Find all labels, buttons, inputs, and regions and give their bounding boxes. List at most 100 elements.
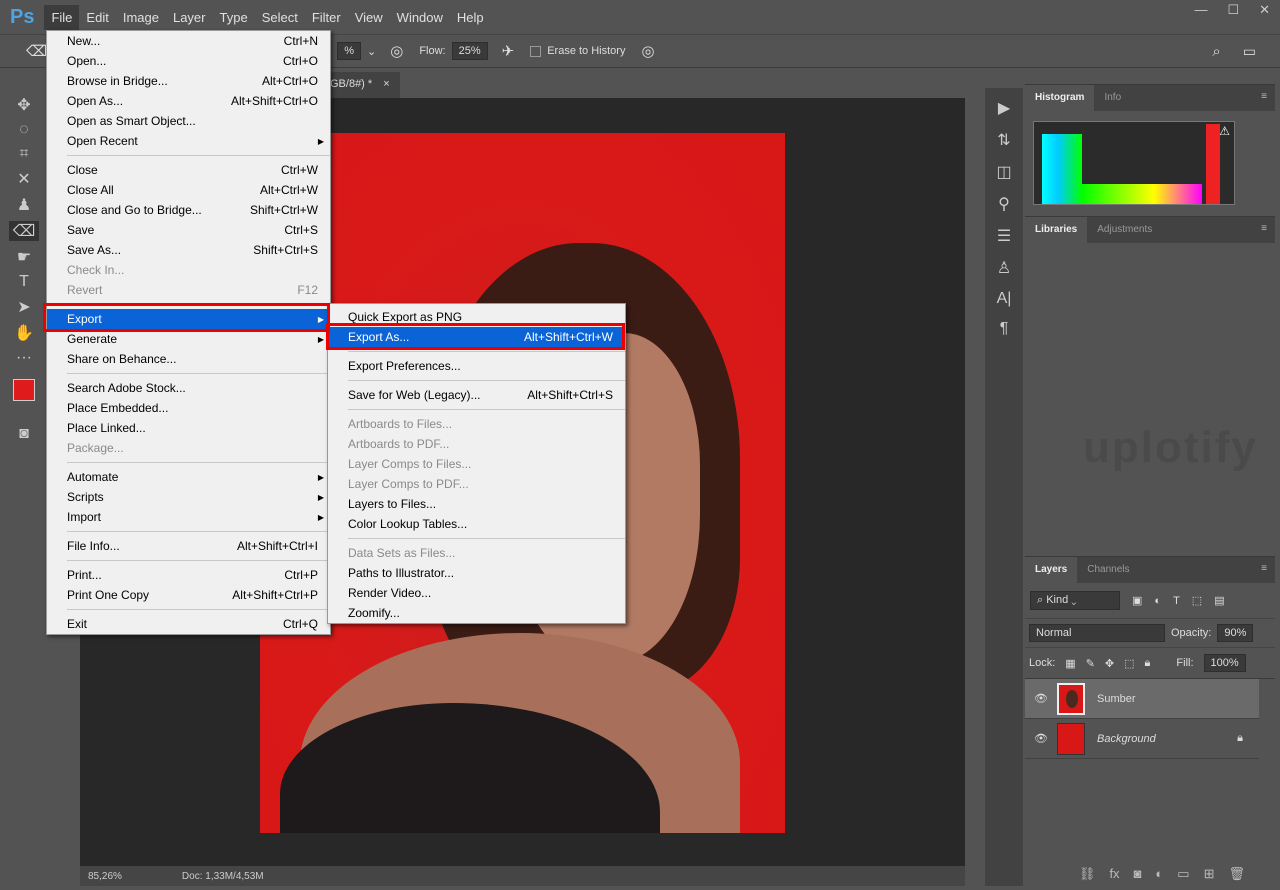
menu-item-check-in[interactable]: Check In... <box>47 260 330 280</box>
brush-icon[interactable]: ⚲ <box>998 194 1010 214</box>
pressure-opacity-icon[interactable]: ◎ <box>390 42 403 60</box>
menu-item-exit[interactable]: Exit Ctrl+Q <box>47 614 330 634</box>
doc-size[interactable]: Doc: 1,33M/4,53M <box>182 871 264 882</box>
filter-shape-icon[interactable]: ⬚ <box>1192 594 1202 607</box>
smudge-tool-icon[interactable]: ☛ <box>17 247 31 267</box>
menu-item-save-as[interactable]: Save As... Shift+Ctrl+S <box>47 240 330 260</box>
pressure-size-icon[interactable]: ◎ <box>641 42 654 60</box>
filter-kind-select[interactable]: ⌕ Kind ⌄ <box>1030 591 1120 610</box>
menu-item-browse-in-bridge[interactable]: Browse in Bridge... Alt+Ctrl+O <box>47 71 330 91</box>
menu-item-new[interactable]: New... Ctrl+N <box>47 31 330 51</box>
tab-info[interactable]: Info <box>1094 85 1131 111</box>
filter-pixel-icon[interactable]: ▣ <box>1132 594 1142 607</box>
layer-row-background[interactable]: 👁︎ Background 🔒︎ <box>1025 719 1259 759</box>
play-icon[interactable]: ▶ <box>998 98 1010 118</box>
layer-name[interactable]: Sumber <box>1097 693 1136 705</box>
panel-menu-icon[interactable]: ≡ <box>1253 557 1275 583</box>
blend-mode-select[interactable]: Normal <box>1029 624 1165 642</box>
clone-source-icon[interactable]: ♙ <box>997 258 1011 278</box>
move-tool-icon[interactable]: ✥ <box>17 95 30 115</box>
flow-field[interactable]: 25% <box>451 42 488 60</box>
opacity-field[interactable]: % <box>337 42 361 60</box>
menu-item-artboards-to-files[interactable]: Artboards to Files... <box>328 414 625 434</box>
filter-smart-icon[interactable]: ▤ <box>1214 594 1224 607</box>
menu-item-data-sets-as-files[interactable]: Data Sets as Files... <box>328 543 625 563</box>
folder-icon[interactable]: ▭ <box>1177 866 1189 882</box>
menu-item-open-as-smart-object[interactable]: Open as Smart Object... <box>47 111 330 131</box>
more-tools-icon[interactable]: ··· <box>16 349 32 367</box>
menu-image[interactable]: Image <box>116 5 166 30</box>
brush-settings-icon[interactable]: ☰ <box>997 226 1011 246</box>
visibility-eye-icon[interactable]: 👁︎ <box>1025 732 1057 745</box>
lock-pixels-icon[interactable]: ✎ <box>1086 657 1095 670</box>
menu-item-artboards-to-pdf[interactable]: Artboards to PDF... <box>328 434 625 454</box>
menu-item-print-one-copy[interactable]: Print One Copy Alt+Shift+Ctrl+P <box>47 585 330 605</box>
new-layer-icon[interactable]: ⊞ <box>1204 866 1215 882</box>
chevron-down-icon[interactable]: ⌄ <box>367 45 376 58</box>
menu-item-zoomify[interactable]: Zoomify... <box>328 603 625 623</box>
menu-item-file-info[interactable]: File Info... Alt+Shift+Ctrl+I <box>47 536 330 556</box>
airbrush-icon[interactable]: ✈ <box>502 42 515 60</box>
eraser-tool-icon[interactable]: ⌫ <box>8 221 40 241</box>
menu-item-close[interactable]: Close Ctrl+W <box>47 160 330 180</box>
menu-window[interactable]: Window <box>390 5 450 30</box>
path-selection-icon[interactable]: ➤ <box>17 297 30 317</box>
workspace-icon[interactable]: ▭ <box>1243 43 1256 60</box>
mask-icon[interactable]: ◙ <box>1134 866 1142 882</box>
stamp-tool-icon[interactable]: ♟ <box>17 195 31 215</box>
fx-icon[interactable]: fx <box>1109 866 1119 882</box>
hand-tool-icon[interactable]: ✋ <box>14 323 34 343</box>
link-icon[interactable]: ⛓ <box>1079 866 1096 882</box>
tab-close-icon[interactable]: × <box>383 78 389 90</box>
visibility-eye-icon[interactable]: 👁︎ <box>1025 692 1057 705</box>
menu-item-close-and-go-to-bridge[interactable]: Close and Go to Bridge... Shift+Ctrl+W <box>47 200 330 220</box>
erase-history-checkbox[interactable] <box>530 45 542 57</box>
menu-item-layers-to-files[interactable]: Layers to Files... <box>328 494 625 514</box>
menu-item-quick-export-as-png[interactable]: Quick Export as PNG <box>328 307 625 327</box>
filter-type-icon[interactable]: T <box>1173 595 1180 607</box>
menu-item-close-all[interactable]: Close All Alt+Ctrl+W <box>47 180 330 200</box>
panel-menu-icon[interactable]: ≡ <box>1253 85 1275 111</box>
foreground-color-swatch[interactable] <box>13 379 35 401</box>
warning-icon[interactable]: ⚠ <box>1219 124 1230 138</box>
menu-type[interactable]: Type <box>213 5 255 30</box>
3d-icon[interactable]: ◫ <box>996 162 1011 182</box>
maximize-button[interactable]: ☐ <box>1227 2 1239 18</box>
adjustment-icon[interactable]: ◐ <box>1155 866 1163 882</box>
menu-item-scripts[interactable]: Scripts ▶ <box>47 487 330 507</box>
character-icon[interactable]: A| <box>997 290 1012 308</box>
menu-item-generate[interactable]: Generate ▶ <box>47 329 330 349</box>
menu-item-paths-to-illustrator[interactable]: Paths to Illustrator... <box>328 563 625 583</box>
lock-transparency-icon[interactable]: ▦ <box>1065 657 1075 670</box>
menu-file[interactable]: File <box>44 4 80 30</box>
paragraph-icon[interactable]: ¶ <box>1000 320 1009 338</box>
menu-item-export-as[interactable]: Export As... Alt+Shift+Ctrl+W <box>328 327 625 347</box>
type-tool-icon[interactable]: T <box>19 273 29 291</box>
healing-tool-icon[interactable]: ✕ <box>17 169 30 189</box>
lasso-tool-icon[interactable]: ◌ <box>19 121 29 139</box>
menu-item-open-as[interactable]: Open As... Alt+Shift+Ctrl+O <box>47 91 330 111</box>
zoom-level[interactable]: 85,26% <box>88 871 122 882</box>
menu-item-render-video[interactable]: Render Video... <box>328 583 625 603</box>
layer-name[interactable]: Background <box>1097 733 1156 745</box>
tab-histogram[interactable]: Histogram <box>1025 85 1095 111</box>
panel-menu-icon[interactable]: ≡ <box>1253 217 1275 243</box>
trash-icon[interactable]: 🗑︎ <box>1228 866 1245 882</box>
opacity-input[interactable]: 90% <box>1217 624 1254 642</box>
menu-item-save-for-web-legacy[interactable]: Save for Web (Legacy)... Alt+Shift+Ctrl+S <box>328 385 625 405</box>
lock-artboard-icon[interactable]: ⬚ <box>1124 657 1134 670</box>
lock-position-icon[interactable]: ✥ <box>1105 657 1114 670</box>
tab-layers[interactable]: Layers <box>1025 557 1078 583</box>
menu-item-save[interactable]: Save Ctrl+S <box>47 220 330 240</box>
menu-item-search-adobe-stock[interactable]: Search Adobe Stock... <box>47 378 330 398</box>
minimize-button[interactable]: — <box>1194 2 1207 18</box>
menu-item-automate[interactable]: Automate ▶ <box>47 467 330 487</box>
menu-item-share-on-behance[interactable]: Share on Behance... <box>47 349 330 369</box>
eraser-icon[interactable]: ⌫ <box>26 42 47 60</box>
menu-item-layer-comps-to-files[interactable]: Layer Comps to Files... <box>328 454 625 474</box>
menu-item-export[interactable]: Export ▶ <box>47 309 330 329</box>
menu-item-print[interactable]: Print... Ctrl+P <box>47 565 330 585</box>
history-icon[interactable]: ⇅ <box>997 130 1010 150</box>
menu-item-revert[interactable]: Revert F12 <box>47 280 330 300</box>
tab-adjustments[interactable]: Adjustments <box>1087 217 1162 243</box>
